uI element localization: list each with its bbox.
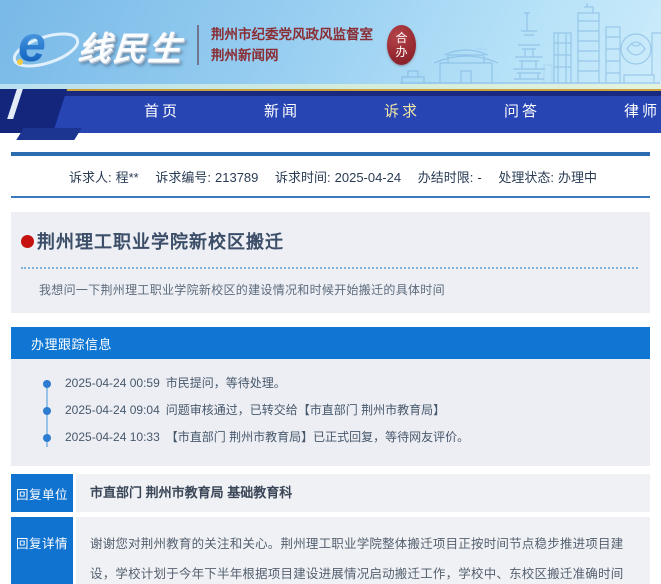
tracking-header: 办理跟踪信息 [11,327,650,359]
content-area: 诉求人: 程** 诉求编号: 213789 诉求时间: 2025-04-24 办结时限… [11,152,650,584]
nav-left-tail [16,128,82,140]
timeline-entry: 2025-04-24 10:33 【市直部门 荆州市教育局】已正式回复，等待网友评… [43,424,650,451]
red-dot-icon [21,234,34,248]
dotted-divider [21,267,638,269]
badge-char-bottom: 办 [395,44,408,59]
title-row: 荆州理工职业学院新校区搬迁 [21,228,638,254]
nav-items: 首页 新闻 诉求 问答 律师 [102,89,661,133]
nav-item-home[interactable]: 首页 [102,89,222,133]
timeline-dot-icon [43,407,51,415]
nav-item-lawyer[interactable]: 律师 [582,89,661,133]
badge-char-top: 合 [395,30,408,45]
logo-e-letter: e [18,15,46,72]
appeal-question-text: 我想问一下荆州理工职业学院新校区的建设情况和时候开始搬迁的具体时间 [39,283,445,297]
co-host-badge: 合 办 [387,24,416,65]
status-badge: 办理中 [557,170,597,185]
reply-detail-row: 回复详情 谢谢您对荆州教育的关注和关心。荆州理工职业学院整体搬迁项目正按时间节点… [11,517,650,584]
nav-item-appeals[interactable]: 诉求 [342,89,462,133]
reply-detail-value: 谢谢您对荆州教育的关注和关心。荆州理工职业学院整体搬迁项目正按时间节点稳步推进项… [76,517,650,584]
page: e 线民生 荆州市纪委党风政风监督室 荆州新闻网 合 办 首页 新闻 诉求 问答… [0,0,661,584]
appeal-meta-bar: 诉求人: 程** 诉求编号: 213789 诉求时间: 2025-04-24 办结时限… [11,152,650,198]
co-organizer-names: 荆州市纪委党风政风监督室 荆州新闻网 [211,24,373,66]
org-line-2: 荆州新闻网 [211,47,279,63]
reply-detail-label: 回复详情 [11,517,73,584]
e-logo-icon: e [12,15,80,74]
banner-divider [197,24,199,65]
timeline-entry: 2025-04-24 09:04 问题审核通过，已转交给【市直部门 荆州市教育局】 [43,397,650,424]
meta-appeal-number: 诉求编号: 213789 [155,170,259,185]
timeline-entry: 2025-04-24 00:59 市民提问，等待处理。 [43,370,650,397]
meta-deadline: 办结时限: - [417,170,482,185]
site-banner: e 线民生 荆州市纪委党风政风监督室 荆州新闻网 合 办 [0,0,661,89]
logo-text: 线民生 [76,29,185,67]
tracking-section: 办理跟踪信息 2025-04-24 00:59 市民提问，等待处理。 2025-0… [11,327,650,466]
main-nav: 首页 新闻 诉求 问答 律师 [0,89,661,140]
tracking-body: 2025-04-24 00:59 市民提问，等待处理。 2025-04-24 09… [11,359,650,466]
timeline-dot-icon [43,434,51,442]
site-logo[interactable]: e 线民生 [12,15,185,74]
meta-status: 处理状态: 办理中 [498,170,597,185]
tracking-timeline: 2025-04-24 00:59 市民提问，等待处理。 2025-04-24 09… [43,370,650,451]
reply-unit-row: 回复单位 市直部门 荆州市教育局 基础教育科 [11,474,650,512]
reply-unit-label: 回复单位 [11,474,73,512]
appeal-title-section: 荆州理工职业学院新校区搬迁 我想问一下荆州理工职业学院新校区的建设情况和时候开始… [11,212,650,313]
meta-requester: 诉求人: 程** [69,170,139,185]
timeline-dot-icon [43,380,51,388]
meta-appeal-time: 诉求时间: 2025-04-24 [275,170,402,185]
org-line-1: 荆州市纪委党风政风监督室 [211,26,373,42]
page-title: 荆州理工职业学院新校区搬迁 [37,232,284,252]
nav-item-news[interactable]: 新闻 [222,89,342,133]
reply-unit-value: 市直部门 荆州市教育局 基础教育科 [76,474,650,512]
nav-item-qa[interactable]: 问答 [462,89,582,133]
